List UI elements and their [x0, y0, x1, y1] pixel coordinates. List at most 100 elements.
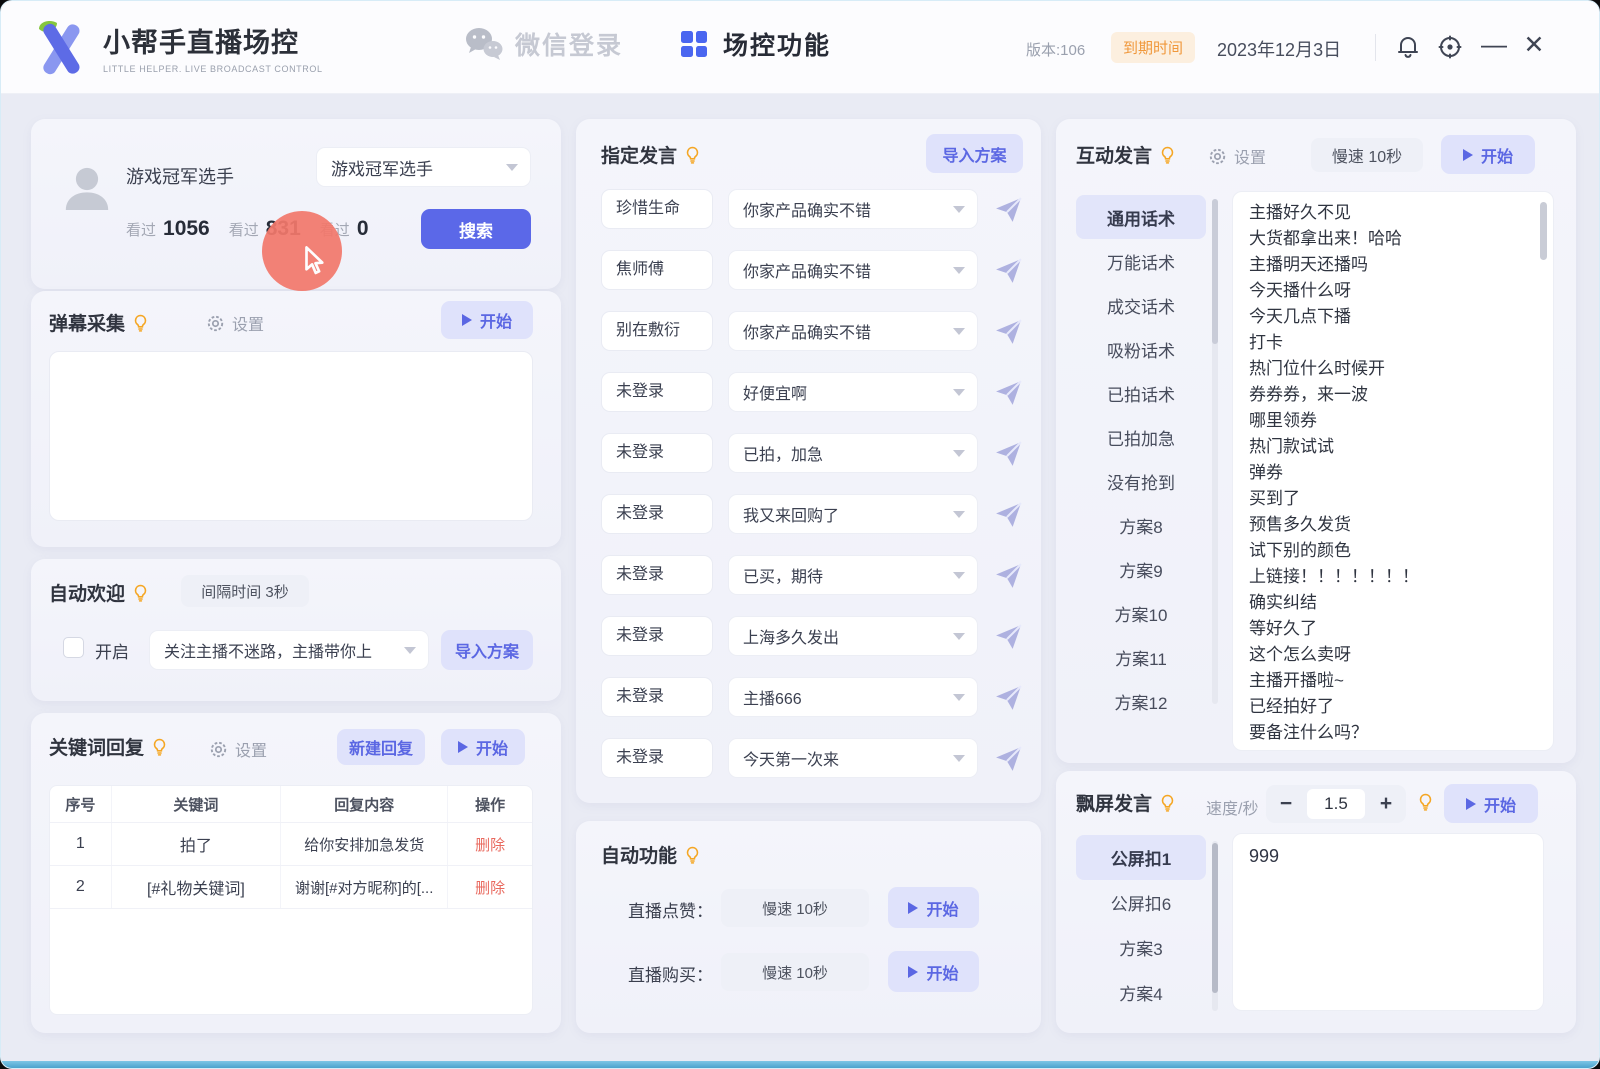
message-select[interactable]: 今天第一次来 [728, 738, 978, 778]
sender-name-input[interactable]: 珍惜生命 [601, 189, 713, 229]
send-icon[interactable] [994, 744, 1023, 773]
keyword-start-button[interactable]: 开始 [441, 729, 525, 765]
danmu-start-button[interactable]: 开始 [441, 301, 533, 339]
tab-floating-plan[interactable]: 方案3 [1076, 925, 1206, 970]
sender-name-input[interactable]: 别在敷衍 [601, 311, 713, 351]
send-icon[interactable] [994, 195, 1023, 224]
tab-script-category[interactable]: 方案10 [1076, 591, 1206, 635]
floating-start-button[interactable]: 开始 [1444, 784, 1538, 823]
keyword-settings-button[interactable]: 设置 [209, 737, 267, 761]
live-like-start-button[interactable]: 开始 [888, 887, 979, 928]
live-buy-speed-chip[interactable]: 慢速 10秒 [721, 953, 869, 991]
floating-content-panel[interactable]: 999 [1232, 833, 1544, 1011]
sender-name-input[interactable]: 未登录 [601, 494, 713, 534]
message-select[interactable]: 你家产品确实不错 [728, 250, 978, 290]
interactive-settings-button[interactable]: 设置 [1208, 144, 1266, 168]
message-select[interactable]: 已买，期待 [728, 555, 978, 595]
tab-script-category[interactable]: 已拍加急 [1076, 415, 1206, 459]
speed-decrease-button[interactable]: − [1266, 792, 1306, 816]
play-icon [1466, 798, 1476, 810]
speed-value[interactable]: 1.5 [1307, 789, 1365, 819]
floating-scrollbar-thumb[interactable] [1212, 843, 1218, 993]
sender-name-input[interactable]: 焦师傅 [601, 250, 713, 290]
version-label: 版本:106 [1026, 39, 1085, 60]
designated-import-plan-button[interactable]: 导入方案 [926, 134, 1023, 173]
tab-script-category[interactable]: 方案12 [1076, 679, 1206, 723]
message-select-value: 你家产品确实不错 [729, 319, 953, 343]
live-like-speed-chip[interactable]: 慢速 10秒 [721, 889, 869, 927]
floating-speech-card: 飘屏发言 速度/秒 − 1.5 + 开始 公屏扣1 [1056, 771, 1576, 1033]
nav-wechat-login[interactable]: 微信登录 [463, 26, 623, 62]
message-select[interactable]: 主播666 [728, 677, 978, 717]
tab-script-category[interactable]: 吸粉话术 [1076, 327, 1206, 371]
settings-target-icon[interactable] [1436, 33, 1464, 61]
send-icon[interactable] [994, 317, 1023, 346]
tab-script-category[interactable]: 万能话术 [1076, 239, 1206, 283]
tab-floating-plan[interactable]: 方案4 [1076, 970, 1206, 1015]
interactive-speech-title: 互动发言 [1076, 141, 1175, 168]
tab-floating-plan[interactable]: 公屏扣6 [1076, 880, 1206, 925]
message-select[interactable]: 好便宜啊 [728, 372, 978, 412]
nav-control-features[interactable]: 场控功能 [679, 26, 831, 62]
script-messages-panel[interactable]: 主播好久不见 大货都拿出来！哈哈 主播明天还播吗 今天播什么呀 今天几点下播 打… [1232, 191, 1554, 751]
messages-scrollbar-thumb[interactable] [1540, 202, 1547, 260]
new-reply-button[interactable]: 新建回复 [337, 729, 425, 765]
send-icon[interactable] [994, 683, 1023, 712]
send-icon[interactable] [994, 256, 1023, 285]
send-icon[interactable] [994, 500, 1023, 529]
message-select[interactable]: 你家产品确实不错 [728, 189, 978, 229]
sender-name-input[interactable]: 未登录 [601, 433, 713, 473]
script-message-line: 热门款试试 [1249, 434, 1537, 460]
live-buy-start-button[interactable]: 开始 [888, 951, 979, 992]
tab-script-category[interactable]: 已拍话术 [1076, 371, 1206, 415]
sender-name-input[interactable]: 未登录 [601, 616, 713, 656]
notification-bell-icon[interactable] [1394, 33, 1422, 61]
speed-increase-button[interactable]: + [1366, 792, 1406, 816]
message-select[interactable]: 我又来回购了 [728, 494, 978, 534]
sender-name-input[interactable]: 未登录 [601, 372, 713, 412]
sender-name-input[interactable]: 未登录 [601, 738, 713, 778]
script-message-line: 主播开播啦~ [1249, 668, 1537, 694]
tip-bulb-icon [152, 738, 167, 756]
live-buy-label: 直播购买： [628, 961, 713, 986]
welcome-import-plan-button[interactable]: 导入方案 [441, 630, 533, 670]
tab-script-category[interactable]: 方案11 [1076, 635, 1206, 679]
message-select[interactable]: 已拍，加急 [728, 433, 978, 473]
delete-link[interactable]: 删除 [475, 834, 505, 855]
chevron-down-icon [953, 694, 965, 701]
interactive-start-button[interactable]: 开始 [1441, 135, 1535, 174]
interactive-speed-chip[interactable]: 慢速 10秒 [1311, 138, 1423, 172]
delete-link[interactable]: 删除 [475, 877, 505, 898]
tabs-scrollbar-thumb[interactable] [1212, 199, 1218, 344]
danmu-settings-button[interactable]: 设置 [206, 311, 264, 335]
message-select[interactable]: 你家产品确实不错 [728, 311, 978, 351]
interactive-title-text: 互动发言 [1076, 141, 1152, 168]
send-icon[interactable] [994, 622, 1023, 651]
tab-floating-plan[interactable]: 公屏扣1 [1076, 835, 1206, 880]
close-button[interactable]: ✕ [1519, 29, 1549, 63]
message-select[interactable]: 上海多久发出 [728, 616, 978, 656]
welcome-message-select[interactable]: 关注主播不迷路，主播带你上 [149, 630, 429, 670]
welcome-enable-checkbox[interactable] [63, 637, 84, 658]
tab-script-category[interactable]: 成交话术 [1076, 283, 1206, 327]
app-window: 小帮手直播场控 LITTLE HELPER. LIVE BROADCAST CO… [0, 0, 1600, 1069]
search-button[interactable]: 搜索 [421, 209, 531, 249]
danmu-start-label: 开始 [480, 308, 512, 332]
col-header-reply: 回复内容 [281, 786, 448, 822]
sender-name-input[interactable]: 未登录 [601, 555, 713, 595]
send-icon[interactable] [994, 439, 1023, 468]
tab-script-category[interactable]: 方案9 [1076, 547, 1206, 591]
script-message-line: 今天几点下播 [1249, 304, 1537, 330]
script-message-line: 等好久了 [1249, 616, 1537, 642]
welcome-interval-chip[interactable]: 间隔时间 3秒 [181, 575, 309, 607]
tab-script-category[interactable]: 没有抢到 [1076, 459, 1206, 503]
danmu-capture-textarea[interactable] [49, 351, 533, 521]
tab-script-category[interactable]: 方案8 [1076, 503, 1206, 547]
room-select[interactable]: 游戏冠军选手 [316, 147, 531, 187]
keyword-reply-card: 关键词回复 设置 新建回复 开始 序号 [31, 713, 561, 1033]
tab-script-category[interactable]: 通用话术 [1076, 195, 1206, 239]
minimize-button[interactable]: — [1479, 29, 1509, 63]
send-icon[interactable] [994, 378, 1023, 407]
sender-name-input[interactable]: 未登录 [601, 677, 713, 717]
send-icon[interactable] [994, 561, 1023, 590]
